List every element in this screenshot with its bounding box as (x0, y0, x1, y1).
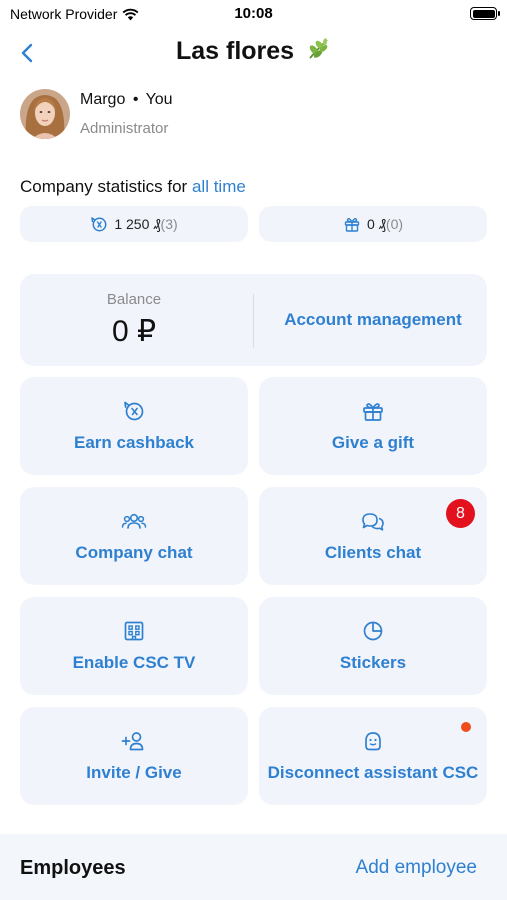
clients-chat-button[interactable]: Clients chat 8 (259, 487, 487, 585)
user-role: Administrator (80, 120, 169, 137)
stats-period-link[interactable]: all time (192, 177, 246, 196)
name-separator: • (132, 91, 139, 108)
disconnect-assistant-button[interactable]: Disconnect assistant CSC (259, 707, 487, 805)
disconnect-assistant-label: Disconnect assistant CSC (267, 763, 479, 782)
add-user-icon (121, 732, 144, 751)
people-icon (121, 513, 147, 529)
battery-icon (470, 7, 500, 20)
profile-name-line: Margo • You (80, 91, 173, 113)
enable-tv-button[interactable]: Enable CSC TV (20, 597, 248, 695)
unread-badge: 8 (446, 499, 475, 528)
balance-value: 0 ₽ (111, 315, 157, 348)
chat-bubbles-icon (362, 513, 384, 531)
building-icon (124, 621, 144, 641)
gift-value: 0 ₰ (366, 216, 386, 232)
employees-title: Employees (20, 857, 126, 879)
stickers-button[interactable]: Stickers (259, 597, 487, 695)
pie-chart-icon (363, 621, 383, 641)
cashback-count: (3) (160, 216, 178, 232)
add-employee-button[interactable]: Add employee (356, 857, 477, 879)
company-chat-label: Company chat (75, 543, 193, 562)
you-label: You (145, 91, 173, 108)
gift-count: (0) (385, 216, 404, 232)
stickers-label: Stickers (339, 653, 407, 672)
invite-button[interactable]: Invite / Give (20, 707, 248, 805)
stats-heading: Company statistics for all time (20, 177, 246, 197)
ghost-icon (365, 732, 381, 751)
user-name: Margo (80, 91, 126, 108)
company-chat-button[interactable]: Company chat (20, 487, 248, 585)
give-gift-label: Give a gift (331, 433, 415, 452)
balance-card: Balance 0 ₽ Account management (20, 274, 487, 366)
balance-label: Balance (106, 291, 162, 308)
nav-bar: Las flores (0, 30, 507, 74)
enable-tv-label: Enable CSC TV (72, 653, 196, 672)
cashback-icon (91, 217, 107, 232)
cashback-stat[interactable]: 1 250 ₰ (3) (20, 206, 248, 242)
page-title: Las flores (0, 36, 507, 66)
balance-divider (253, 294, 254, 348)
gift-icon (344, 218, 360, 232)
stats-heading-text: Company statistics for (20, 177, 188, 196)
employees-section-header: Employees Add employee (0, 834, 507, 900)
account-management-button[interactable]: Account management (260, 310, 486, 330)
cashback-icon (124, 401, 144, 421)
herb-icon (309, 38, 328, 59)
earn-cashback-label: Earn cashback (73, 433, 194, 452)
notification-dot (461, 722, 471, 732)
status-time: 10:08 (234, 5, 273, 22)
avatar (20, 89, 70, 139)
gift-stat[interactable]: 0 ₰ (0) (259, 206, 487, 242)
gift-icon (363, 403, 383, 421)
profile-header[interactable]: Margo • You Administrator (20, 89, 173, 139)
invite-label: Invite / Give (86, 763, 182, 782)
page-title-text: Las flores (175, 37, 295, 65)
status-bar: Network Provider 10:08 (0, 0, 507, 28)
cashback-value: 1 250 ₰ (114, 216, 161, 232)
clients-chat-label: Clients chat (324, 543, 422, 562)
give-gift-button[interactable]: Give a gift (259, 377, 487, 475)
earn-cashback-button[interactable]: Earn cashback (20, 377, 248, 475)
